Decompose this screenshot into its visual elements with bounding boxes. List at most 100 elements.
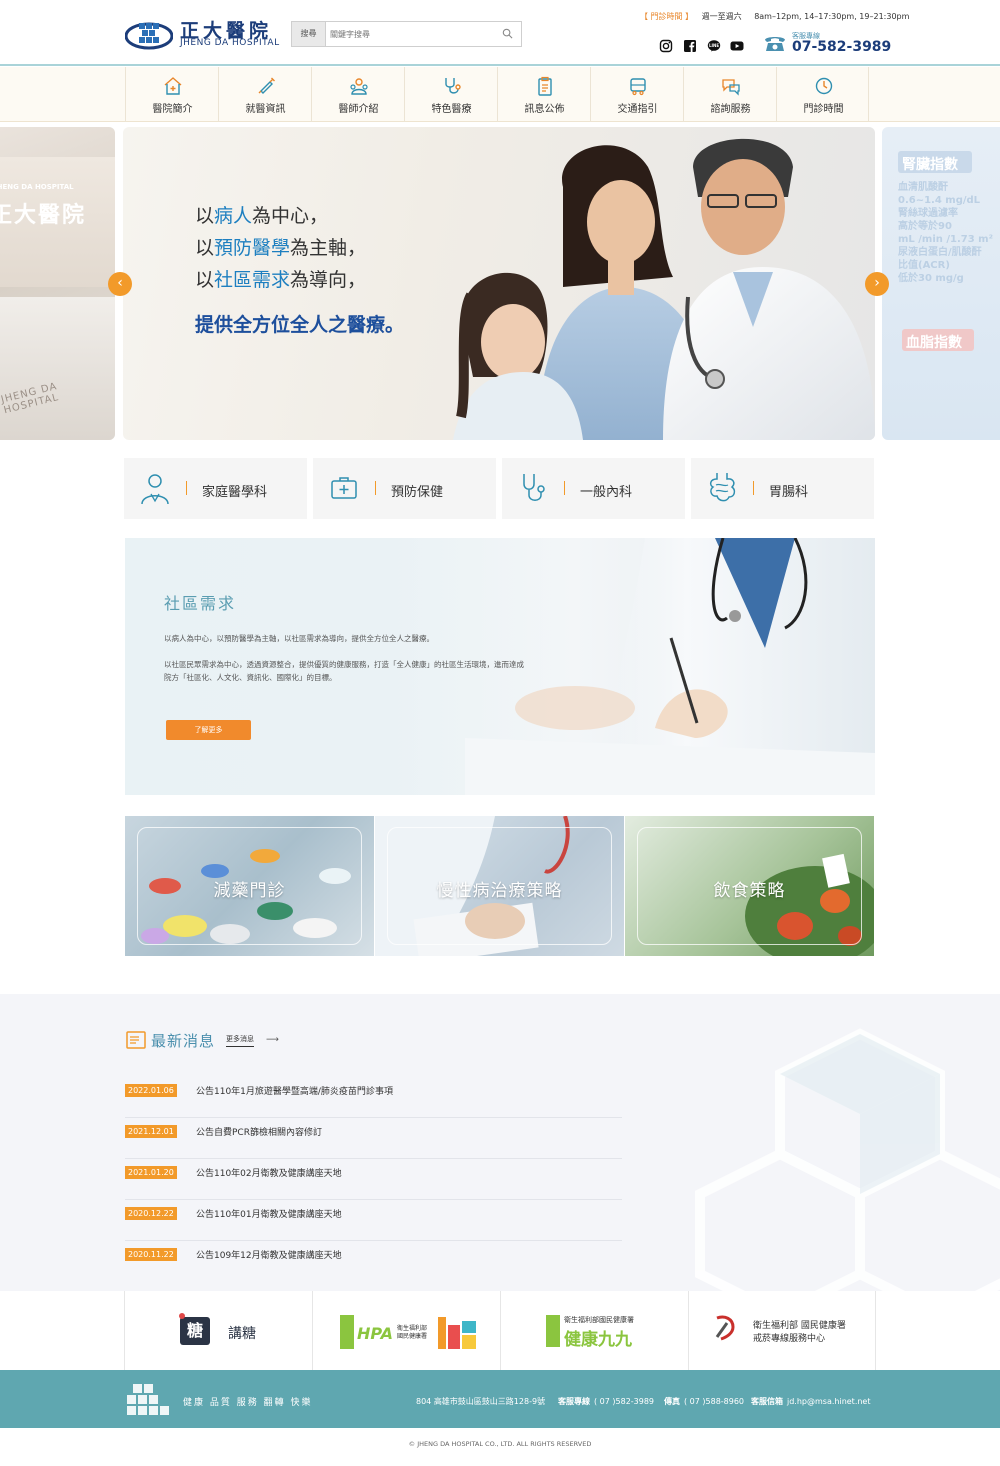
instagram-icon[interactable]	[659, 39, 673, 53]
news-item[interactable]: 2021.12.01 公告自費PCR篩檢相關內容修訂	[125, 1118, 622, 1159]
next-slide-preview[interactable]: 腎臟指數 血清肌酸酐 0.6~1.4 mg/dL 腎絲球過濾率 高於等於90 m…	[882, 127, 1000, 440]
news-item[interactable]: 2020.12.22 公告110年01月衛教及健康講座天地	[125, 1200, 622, 1241]
partner-sub: 衛生福利部國民健康署	[397, 1325, 428, 1340]
next-slide-title: 腎臟指數	[902, 157, 958, 173]
copyright: © JHENG DA HOSPITAL CO., LTD. ALL RIGHTS…	[408, 1440, 592, 1448]
chevron-right-icon: ›	[874, 275, 880, 291]
nav-item-transport[interactable]: 交通指引	[590, 67, 683, 122]
hexagon-pattern	[695, 1028, 1000, 1291]
home-plus-icon	[164, 77, 182, 95]
news-text[interactable]: 公告110年01月衛教及健康講座天地	[196, 1207, 342, 1220]
doctor-icon	[141, 474, 169, 505]
hpa-color-logo	[438, 1317, 476, 1349]
arrow-right-icon[interactable]: ⟶	[266, 1035, 279, 1045]
nav-item-about[interactable]: 醫院簡介	[125, 67, 218, 122]
medical-kit-icon	[331, 477, 357, 499]
footer-email[interactable]: 客服信箱 jd.hp@msa.hinet.net	[751, 1396, 871, 1407]
clipboard-icon	[538, 76, 552, 96]
facebook-icon[interactable]	[683, 39, 697, 53]
prev-slide-sign-en: JHENG DA HOSPITAL	[0, 183, 74, 191]
service-card-prevention[interactable]: 預防保健	[313, 458, 496, 519]
nav-item-special[interactable]: 特色醫療	[404, 67, 497, 122]
chat-bubbles-icon	[722, 79, 740, 96]
news-text[interactable]: 公告110年1月旅遊醫學暨高端/肺炎疫苗門診事項	[196, 1084, 393, 1097]
news-item[interactable]: 2020.11.22 公告109年12月衛教及健康講座天地	[125, 1241, 622, 1282]
nav-item-info[interactable]: 就醫資訊	[218, 67, 311, 122]
search-category-button[interactable]: 搜尋	[292, 22, 326, 46]
service-card-gastro[interactable]: 胃腸科	[691, 458, 874, 519]
partner-label: 健康九九	[564, 1330, 632, 1350]
tile-label: 慢性病治療策略	[436, 881, 563, 901]
clock-icon	[815, 77, 833, 95]
news-date: 2020.12.22	[125, 1207, 177, 1220]
clinic-hours-times: 8am–12pm, 14–17:30pm, 19–21:30pm	[754, 12, 910, 21]
syringe-icon	[258, 77, 275, 94]
news-more-link[interactable]: 更多消息	[226, 1034, 254, 1047]
partner-sub: 衛生福利部國民健康署	[564, 1316, 634, 1324]
nav-item-label: 特色醫療	[431, 104, 472, 115]
divider	[186, 481, 187, 495]
clinic-hours-days: 週一至週六	[701, 12, 742, 21]
news-text[interactable]: 公告自費PCR篩檢相關內容修訂	[196, 1125, 322, 1138]
prev-slide-preview[interactable]: 正大醫院 JHENG DA HOSPITAL JHENG DA HOSPITAL	[0, 127, 115, 440]
news-text[interactable]: 公告110年02月衛教及健康講座天地	[196, 1166, 342, 1179]
footer-logo-icon	[127, 1384, 169, 1415]
news-item[interactable]: 2022.01.06 公告110年1月旅遊醫學暨高端/肺炎疫苗門診事項	[125, 1077, 622, 1118]
footer-address: 804 高雄市鼓山區鼓山三路128-9號	[416, 1397, 546, 1406]
partner-health99[interactable]: 衛生福利部國民健康署 健康九九	[500, 1291, 688, 1370]
nav-item-doctors[interactable]: 醫師介紹	[311, 67, 404, 122]
tile-medication-reduction[interactable]: 減藥門診	[125, 816, 374, 956]
hpa-logo-mark	[340, 1315, 354, 1349]
partner-label: 講糖	[228, 1326, 256, 1342]
slider-next-button[interactable]: ›	[865, 272, 889, 296]
community-title: 社區需求	[164, 594, 237, 613]
logo-name-en[interactable]: JHENG DA HOSPITAL	[180, 38, 280, 48]
youtube-icon[interactable]	[730, 39, 744, 53]
partner-sugar-talk[interactable]: 糖 講糖	[124, 1291, 312, 1370]
page: 正大醫院 JHENG DA HOSPITAL 搜尋 【 門診時間 】 週一至週六…	[0, 0, 1000, 1466]
search-box: 搜尋	[291, 21, 522, 47]
partner-quitline[interactable]: 衛生福利部 國民健康署 戒菸專線服務中心	[688, 1291, 876, 1370]
news-date: 2022.01.06	[125, 1084, 177, 1097]
service-label: 預防保健	[391, 485, 444, 500]
search-icon[interactable]	[502, 28, 513, 39]
logo-icon[interactable]	[125, 18, 173, 50]
nav-item-consult[interactable]: 諮詢服務	[683, 67, 776, 122]
service-card-internal[interactable]: 一般內科	[502, 458, 685, 519]
partner-label: 衛生福利部 國民健康署 戒菸專線服務中心	[753, 1321, 846, 1344]
clinic-hours-label: 【 門診時間 】	[640, 12, 694, 21]
divider	[375, 481, 376, 495]
nav-item-news[interactable]: 訊息公佈	[497, 67, 590, 122]
search-input[interactable]	[330, 24, 490, 44]
tile-chronic-disease[interactable]: 慢性病治療策略	[375, 816, 624, 956]
partner-label: HPA	[357, 1324, 394, 1343]
doctor-group-icon	[350, 78, 368, 95]
prev-slide-sign: 正大醫院	[0, 203, 87, 228]
tile-label: 飲食策略	[713, 881, 786, 901]
community-paragraph-2: 以社區民眾需求為中心，透過資源整合，提供優質的健康服務，打造「全人健康」的社區生…	[164, 660, 524, 682]
divider	[564, 481, 565, 495]
line-icon[interactable]: LINE	[707, 39, 721, 53]
nav-item-hours[interactable]: 門診時間	[776, 67, 869, 122]
news-date: 2021.12.01	[125, 1125, 177, 1138]
footer-slogan: 健康 品質 服務 翻轉 快樂	[183, 1398, 313, 1408]
telephone-icon	[765, 37, 785, 51]
partner-hpa[interactable]: HPA 衛生福利部 國民健康署	[312, 1291, 500, 1370]
news-text[interactable]: 公告109年12月衛教及健康講座天地	[196, 1248, 342, 1261]
community-section: 社區需求 以病人為中心，以預防醫學為主軸，以社區需求為導向，提供全方位全人之醫療…	[125, 538, 875, 795]
slider-prev-button[interactable]: ‹	[108, 272, 132, 296]
nav-item-label: 就醫資訊	[245, 104, 286, 115]
site-footer: 健康 品質 服務 翻轉 快樂 804 高雄市鼓山區鼓山三路128-9號 客服專線…	[0, 1370, 1000, 1428]
news-title: 最新消息	[151, 1032, 216, 1050]
divider	[753, 481, 754, 495]
service-card-family[interactable]: 家庭醫學科	[124, 458, 307, 519]
main-nav: 醫院簡介 就醫資訊 醫師介紹 特色醫療 訊息公佈 交通指引 諮詢服務 門診時間	[0, 67, 1000, 122]
nav-item-label: 諮詢服務	[710, 104, 751, 115]
nav-item-label: 醫師介紹	[338, 104, 379, 115]
tile-diet[interactable]: 飲食策略	[625, 816, 874, 956]
learn-more-button[interactable]: 了解更多	[166, 720, 251, 740]
community-paragraph-1: 以病人為中心，以預防醫學為主軸，以社區需求為導向，提供全方位全人之醫療。	[164, 634, 434, 643]
news-item[interactable]: 2021.01.20 公告110年02月衛教及健康講座天地	[125, 1159, 622, 1200]
phone-number[interactable]: 07-582-3989	[792, 39, 891, 55]
stethoscope-icon	[445, 78, 461, 94]
